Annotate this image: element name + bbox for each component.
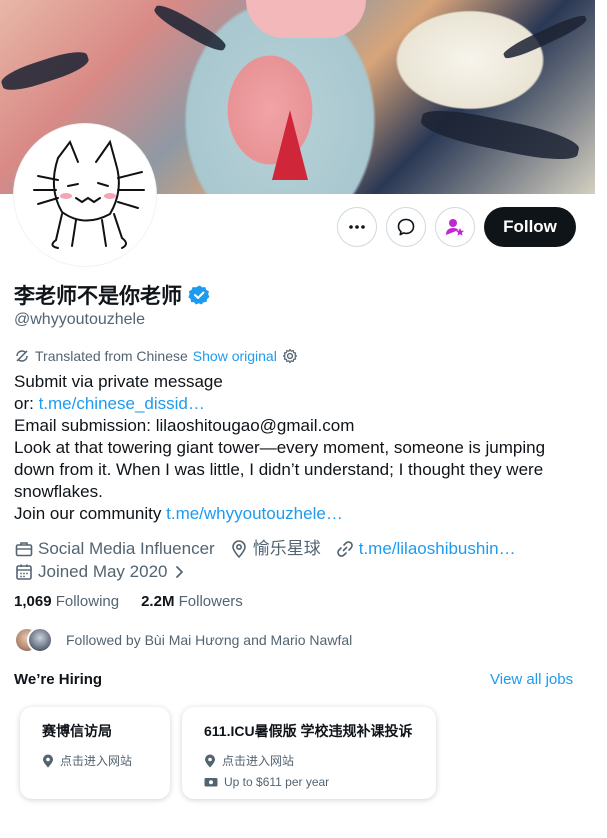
calendar-icon [16,564,32,580]
followers-label: Followers [178,593,243,610]
more-button[interactable] [337,207,377,247]
message-button[interactable] [386,207,426,247]
bio-telegram-link[interactable]: t.me/chinese_dissid… [39,394,205,413]
followed-by[interactable]: Followed by Bùi Mai Hương and Mario Nawf… [14,627,352,653]
category-item: Social Media Influencer [14,538,215,560]
chevron-right-icon [176,565,184,578]
bio-community-link[interactable]: t.me/whyyoutouzhele… [166,504,343,523]
banner-art-stroke [0,46,92,96]
bio-line: down from it. When I was little, I didn’… [14,460,544,479]
message-icon [397,218,415,236]
map-pin-icon [205,754,215,767]
verified-icon[interactable] [188,284,210,306]
more-icon [349,225,365,229]
job-salary: Up to $611 per year [224,774,330,789]
avatar [27,627,53,653]
bio-line: Look at that towering giant tower—every … [14,438,546,457]
follow-button[interactable]: Follow [484,207,576,247]
subscribe-button[interactable] [435,207,475,247]
banner-art-nose [272,110,308,180]
location-text: 愉乐星球 [252,538,321,558]
followers-count: 2.2M [141,593,175,610]
money-icon [204,777,218,786]
job-card[interactable]: 611.ICU暑假版 学校违规补课投诉 点击进入网站 Up to $611 pe… [182,707,436,799]
job-location-row: 点击进入网站 [204,750,414,771]
bio-text: Join our community [14,504,167,523]
profile-meta: Social Media Influencer 愉乐星球 t.me/lilaos… [14,537,584,583]
following-count: 1,069 [14,593,52,610]
banner-art-brain [246,0,366,38]
profile-actions: Follow [0,207,595,247]
job-location: 点击进入网站 [222,754,295,768]
banner-art-stroke [418,103,582,167]
bio-line: Email submission: lilaoshitougao@gmail.c… [14,416,355,435]
followed-by-text: Followed by Bùi Mai Hương and Mario Nawf… [66,632,353,648]
following-label: Following [55,593,120,610]
display-name-row: 李老师不是你老师 [14,280,210,310]
hiring-title: We’re Hiring [14,671,103,688]
translation-notice: Translated from Chinese Show original [14,348,298,364]
link-icon [336,540,353,557]
handle: @whyyoutouzhele [14,311,145,328]
job-salary-row: Up to $611 per year [204,771,414,792]
view-all-jobs-link[interactable]: View all jobs [490,671,573,688]
bio-line: or: t.me/chinese_dissid… [14,393,574,415]
display-name: 李老师不是你老师 [14,285,182,308]
location-icon [231,539,246,558]
job-title: 赛博信访局 [42,723,112,739]
banner-art-stroke [151,1,229,55]
follow-stats: 1,069 Following 2.2M Followers [14,593,243,610]
website-item: t.me/lilaoshibushin… [335,538,516,560]
location-item: 愉乐星球 [229,538,321,560]
profile-bio: Submit via private message or: t.me/chin… [14,371,574,525]
banner-art-stroke [501,11,589,63]
bio-line: Join our community t.me/whyyoutouzhele… [14,503,574,525]
joined-text: Joined May 2020 [38,561,168,581]
bio-line: Submit via private message [14,372,223,391]
translation-label: Translated from Chinese [35,348,188,364]
followers-you-know-avatars [14,627,54,653]
map-pin-icon [43,754,53,767]
followers-stat[interactable]: 2.2M Followers [141,593,243,610]
bio-text: or: [14,394,39,413]
website-link[interactable]: t.me/lilaoshibushin… [359,538,516,560]
briefcase-icon [15,541,33,556]
job-location-row: 点击进入网站 [42,750,148,771]
settings-icon[interactable] [282,348,298,364]
joined-item[interactable]: Joined May 2020 [14,561,187,583]
category-text: Social Media Influencer [38,538,215,558]
job-card[interactable]: 赛博信访局 点击进入网站 [20,707,170,799]
subscribe-icon [446,219,464,236]
job-location: 点击进入网站 [60,754,133,768]
job-title: 611.ICU暑假版 学校违规补课投诉 [204,723,413,739]
show-original-link[interactable]: Show original [193,348,277,364]
following-stat[interactable]: 1,069 Following [14,593,119,610]
translate-icon [16,350,28,362]
bio-line: snowflakes. [14,482,103,501]
